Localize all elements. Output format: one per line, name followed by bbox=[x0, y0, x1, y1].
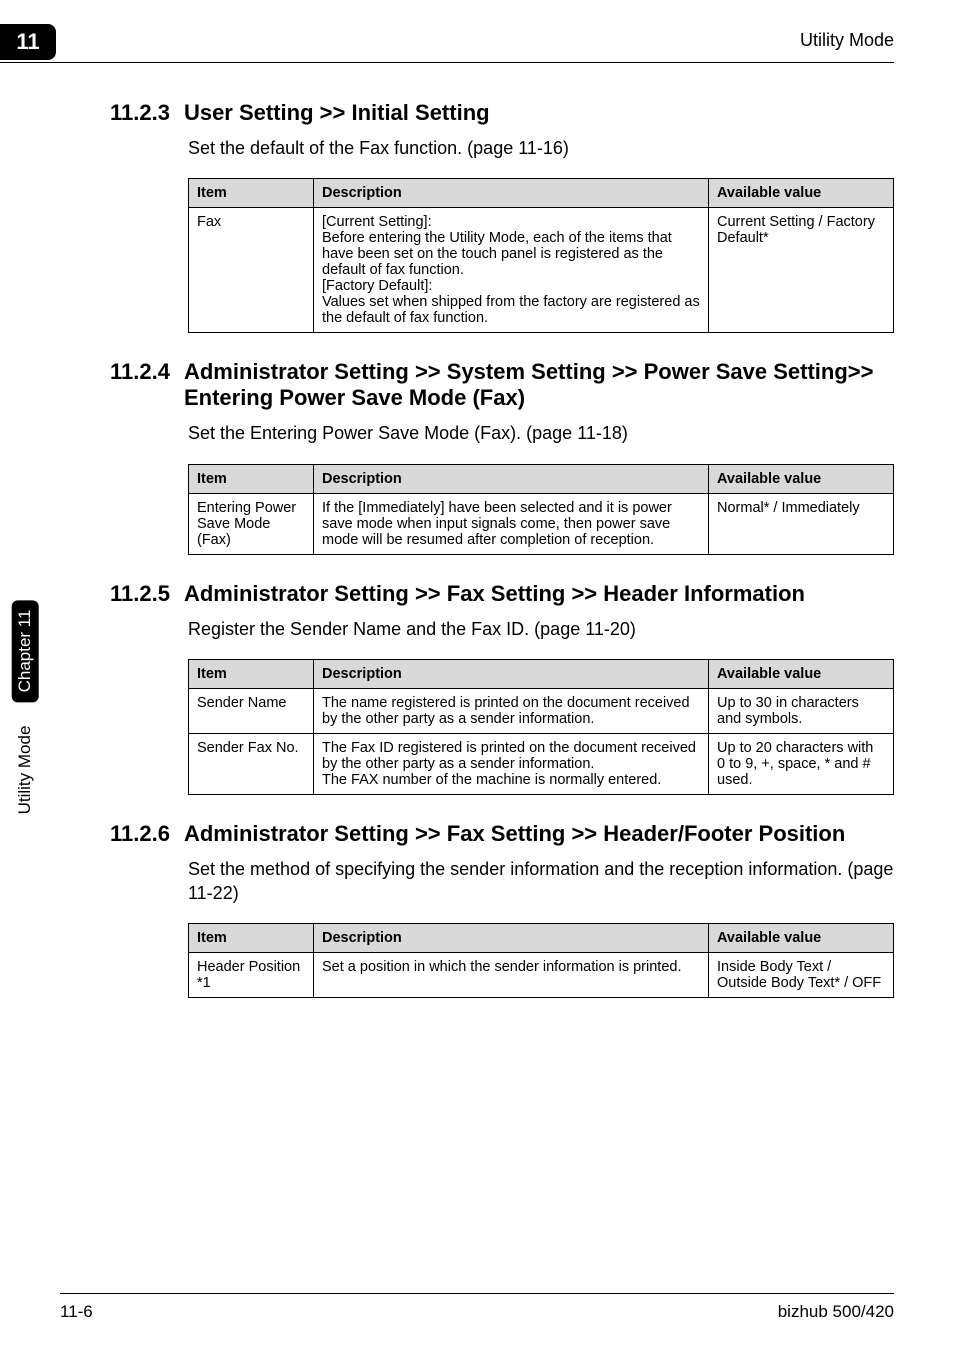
section-heading: 11.2.4 Administrator Setting >> System S… bbox=[110, 359, 894, 411]
table-head-item: Item bbox=[189, 924, 314, 953]
table-cell-desc: If the [Immediately] have been selected … bbox=[314, 493, 709, 554]
model-label: bizhub 500/420 bbox=[778, 1302, 894, 1322]
table-head-val: Available value bbox=[709, 924, 894, 953]
table-cell-val: Current Setting / Factory Default* bbox=[709, 208, 894, 333]
page-footer: 11-6 bizhub 500/420 bbox=[60, 1293, 894, 1322]
side-tab-chapter: Chapter 11 bbox=[12, 600, 39, 703]
table-cell-desc: Set a position in which the sender infor… bbox=[314, 953, 709, 998]
table-row: Sender Fax No. The Fax ID registered is … bbox=[189, 733, 894, 794]
section-heading: 11.2.3 User Setting >> Initial Setting bbox=[110, 100, 894, 126]
section-title: Administrator Setting >> Fax Setting >> … bbox=[184, 821, 894, 847]
table-cell-val: Up to 30 in characters and symbols. bbox=[709, 688, 894, 733]
page-content: 11.2.3 User Setting >> Initial Setting S… bbox=[110, 100, 894, 1008]
header-rule bbox=[0, 62, 894, 63]
table-head-row: Item Description Available value bbox=[189, 179, 894, 208]
spec-table: Item Description Available value Header … bbox=[188, 923, 894, 998]
side-tab-utility: Utility Mode bbox=[12, 716, 39, 825]
section-heading: 11.2.5 Administrator Setting >> Fax Sett… bbox=[110, 581, 894, 607]
table-head-val: Available value bbox=[709, 179, 894, 208]
section-number: 11.2.6 bbox=[110, 821, 170, 847]
table-head-row: Item Description Available value bbox=[189, 924, 894, 953]
table-cell-desc: The Fax ID registered is printed on the … bbox=[314, 733, 709, 794]
section-intro: Set the method of specifying the sender … bbox=[188, 857, 894, 906]
spec-table: Item Description Available value Fax [Cu… bbox=[188, 178, 894, 333]
table-cell-item: Sender Name bbox=[189, 688, 314, 733]
section-title: Administrator Setting >> Fax Setting >> … bbox=[184, 581, 894, 607]
table-cell-val: Up to 20 characters with 0 to 9, +, spac… bbox=[709, 733, 894, 794]
section-intro: Set the Entering Power Save Mode (Fax). … bbox=[188, 421, 894, 445]
table-row: Entering Power Save Mode (Fax) If the [I… bbox=[189, 493, 894, 554]
section-heading: 11.2.6 Administrator Setting >> Fax Sett… bbox=[110, 821, 894, 847]
table-head-row: Item Description Available value bbox=[189, 464, 894, 493]
table-cell-item: Entering Power Save Mode (Fax) bbox=[189, 493, 314, 554]
table-head-desc: Description bbox=[314, 659, 709, 688]
section-title: User Setting >> Initial Setting bbox=[184, 100, 894, 126]
chapter-badge: 11 bbox=[0, 24, 56, 60]
page-number: 11-6 bbox=[60, 1302, 93, 1322]
table-cell-desc: [Current Setting]: Before entering the U… bbox=[314, 208, 709, 333]
section-number: 11.2.3 bbox=[110, 100, 170, 126]
table-cell-desc: The name registered is printed on the do… bbox=[314, 688, 709, 733]
table-head-val: Available value bbox=[709, 659, 894, 688]
table-head-val: Available value bbox=[709, 464, 894, 493]
table-head-item: Item bbox=[189, 179, 314, 208]
table-row: Header Position *1 Set a position in whi… bbox=[189, 953, 894, 998]
table-head-desc: Description bbox=[314, 924, 709, 953]
table-head-item: Item bbox=[189, 659, 314, 688]
section-intro: Set the default of the Fax function. (pa… bbox=[188, 136, 894, 160]
side-tab: Utility Mode Chapter 11 bbox=[12, 600, 39, 824]
section-intro: Register the Sender Name and the Fax ID.… bbox=[188, 617, 894, 641]
section-number: 11.2.4 bbox=[110, 359, 170, 411]
spec-table: Item Description Available value Enterin… bbox=[188, 464, 894, 555]
table-cell-item: Header Position *1 bbox=[189, 953, 314, 998]
table-head-desc: Description bbox=[314, 464, 709, 493]
table-row: Sender Name The name registered is print… bbox=[189, 688, 894, 733]
table-head-desc: Description bbox=[314, 179, 709, 208]
table-cell-val: Inside Body Text / Outside Body Text* / … bbox=[709, 953, 894, 998]
section-title: Administrator Setting >> System Setting … bbox=[184, 359, 894, 411]
table-cell-item: Sender Fax No. bbox=[189, 733, 314, 794]
header-label: Utility Mode bbox=[800, 30, 894, 51]
section-number: 11.2.5 bbox=[110, 581, 170, 607]
table-cell-val: Normal* / Immediately bbox=[709, 493, 894, 554]
table-row: Fax [Current Setting]: Before entering t… bbox=[189, 208, 894, 333]
spec-table: Item Description Available value Sender … bbox=[188, 659, 894, 795]
table-head-row: Item Description Available value bbox=[189, 659, 894, 688]
table-head-item: Item bbox=[189, 464, 314, 493]
table-cell-item: Fax bbox=[189, 208, 314, 333]
